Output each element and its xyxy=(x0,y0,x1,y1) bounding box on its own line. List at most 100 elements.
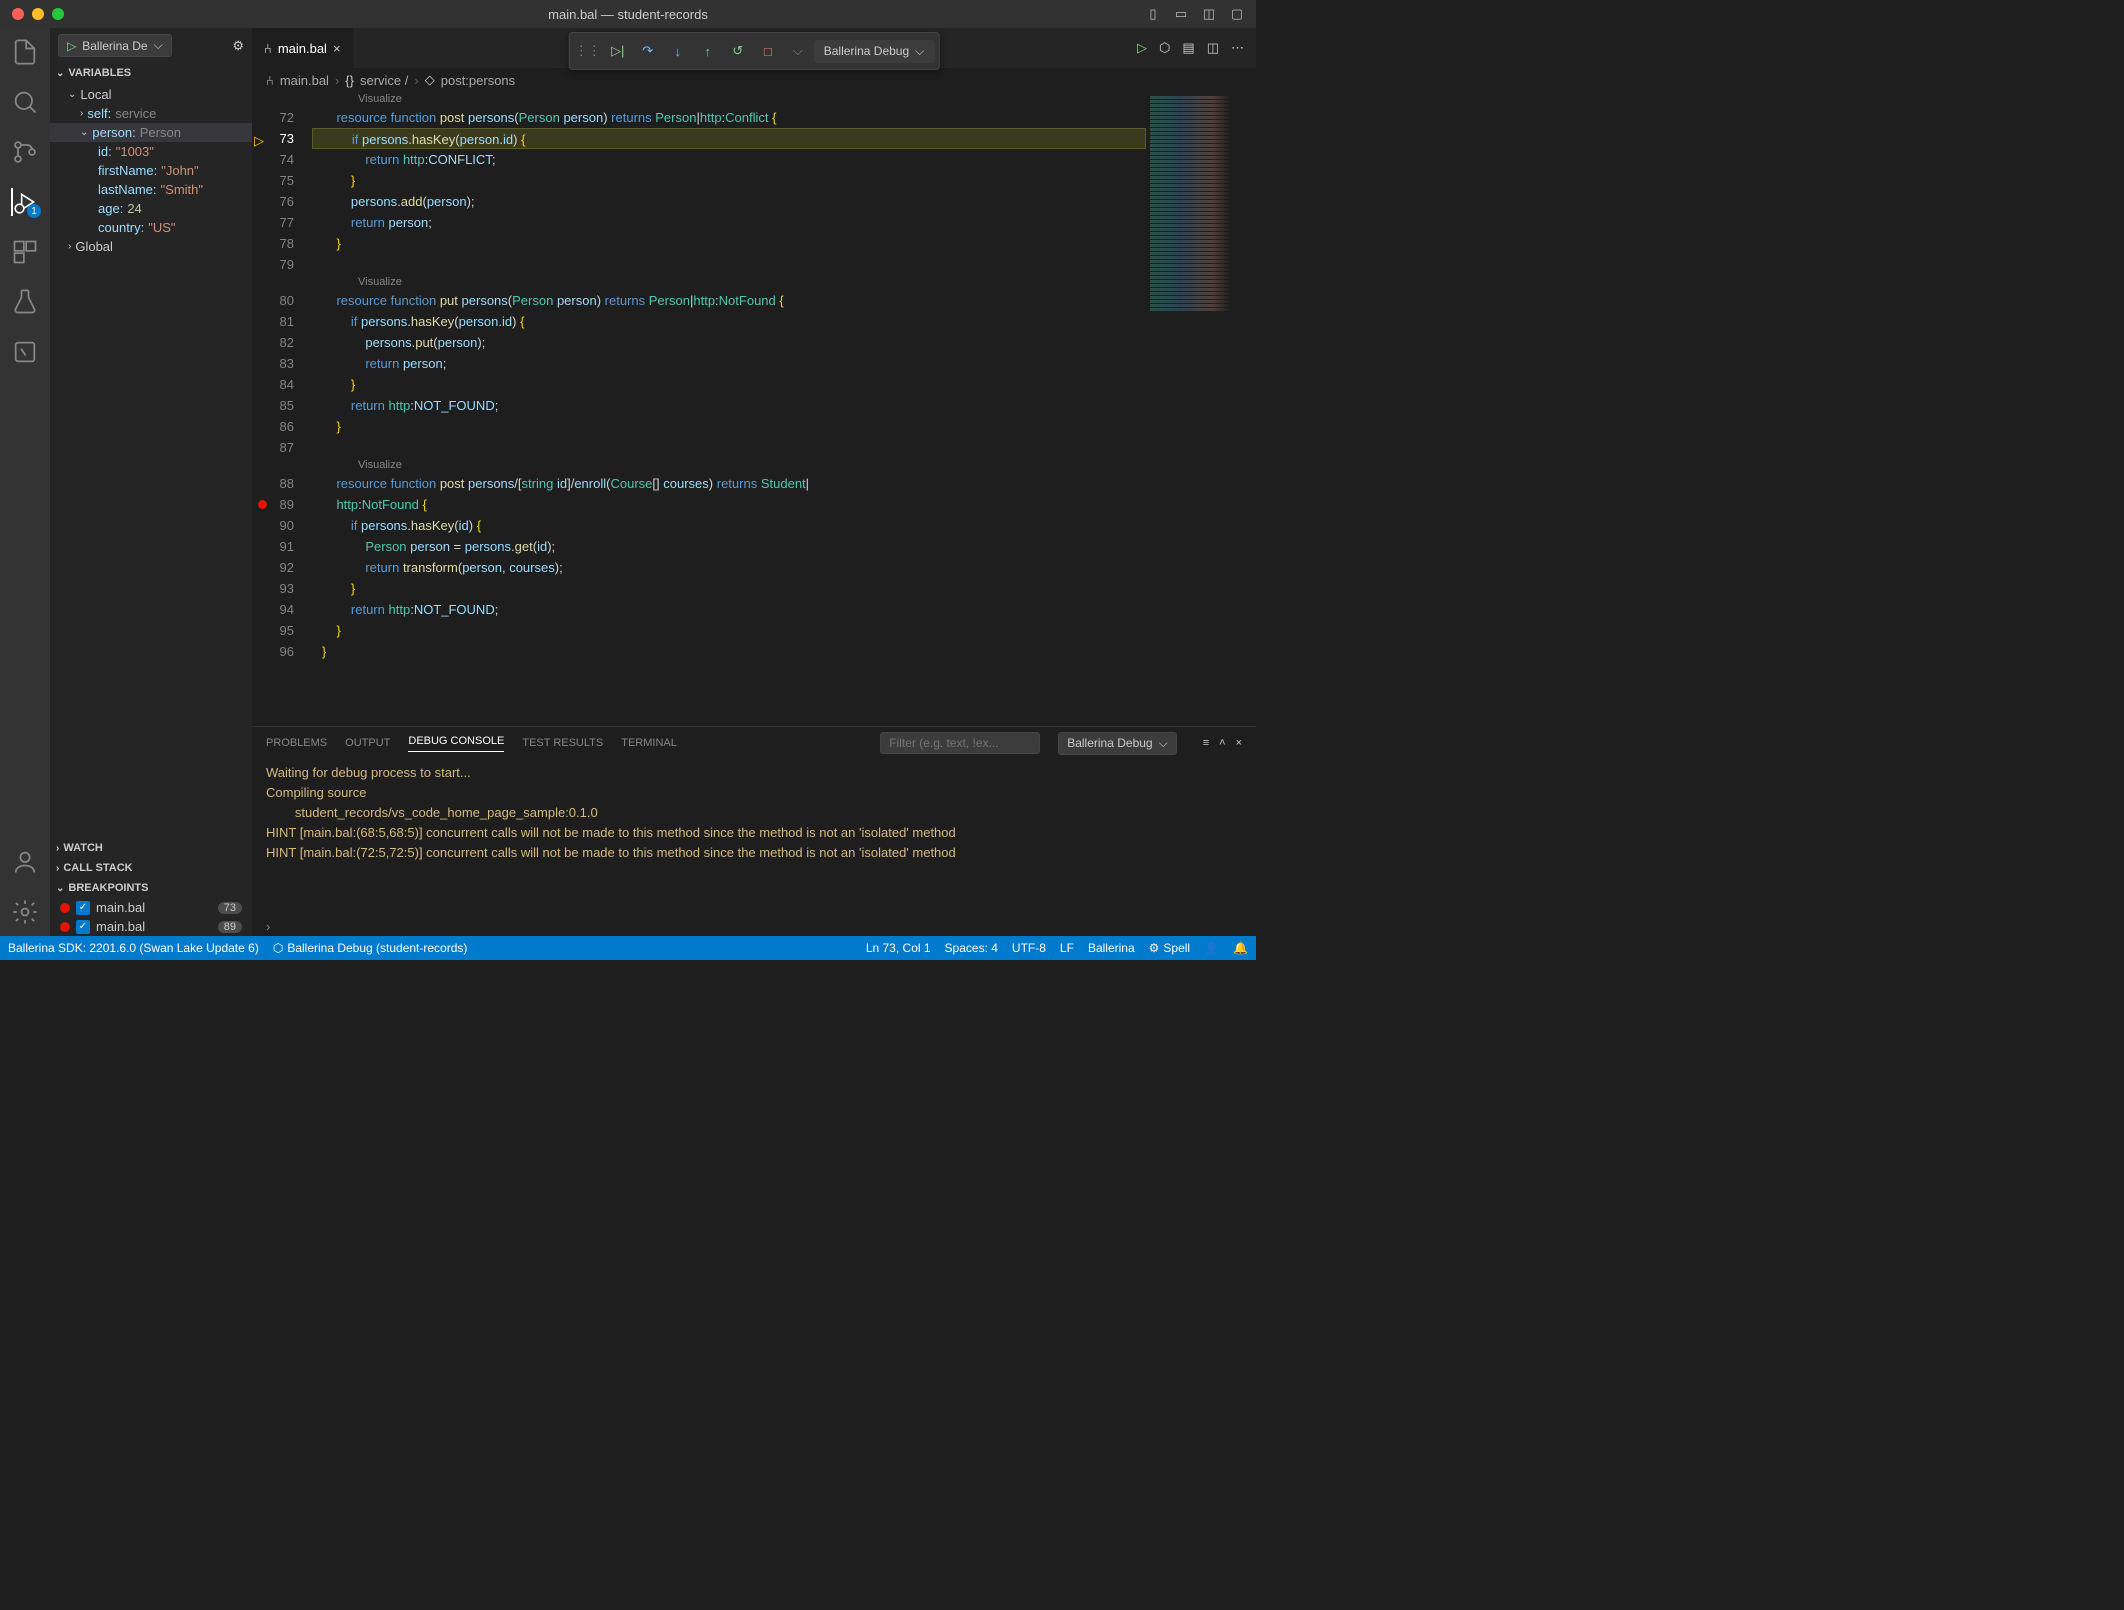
ballerina-icon[interactable] xyxy=(11,338,39,366)
variables-section-header[interactable]: ⌄Variables xyxy=(50,63,252,83)
breakpoint-row[interactable]: ✓ main.bal 89 xyxy=(50,917,252,936)
gutter[interactable]: 72 ▷73 74 75 76 77 78 79 80 81 82 83 84 … xyxy=(252,92,312,726)
tab-problems[interactable]: PROBLEMS xyxy=(266,737,327,749)
breakpoint-icon[interactable] xyxy=(258,500,267,509)
tab-terminal[interactable]: TERMINAL xyxy=(621,737,677,749)
debug-alt-icon[interactable]: ⬡ xyxy=(1159,40,1170,56)
window-title: main.bal — student-records xyxy=(548,7,708,22)
tab-main-bal[interactable]: ⑃ main.bal × xyxy=(252,28,354,68)
ballerina-file-icon: ⑃ xyxy=(264,41,272,56)
layout-icon-3[interactable]: ◫ xyxy=(1200,5,1218,23)
tab-test-results[interactable]: TEST RESULTS xyxy=(522,737,603,749)
execution-pointer-icon: ▷ xyxy=(254,130,264,151)
split-editor-icon[interactable]: ◫ xyxy=(1207,40,1219,56)
codelens-visualize[interactable]: Visualize xyxy=(312,275,1146,290)
debug-sidebar: ▷ Ballerina De ⌵ ⚙ ⌄Variables ⌄Local ›se… xyxy=(50,28,252,936)
stop-button[interactable]: □ xyxy=(754,37,782,65)
var-id[interactable]: id: "1003" xyxy=(50,142,252,161)
search-icon[interactable] xyxy=(11,88,39,116)
more-icon[interactable]: ⋯ xyxy=(1231,40,1244,56)
editor-area: ⑃ main.bal × ⋮⋮ ▷| ↷ ↓ ↑ ↺ □ ⌵ Ballerina… xyxy=(252,28,1256,936)
watch-section-header[interactable]: ›Watch xyxy=(50,838,252,858)
close-icon[interactable]: × xyxy=(333,41,341,56)
debug-console-input[interactable]: › xyxy=(252,917,1256,936)
sb-position[interactable]: Ln 73, Col 1 xyxy=(866,941,931,955)
explorer-icon[interactable] xyxy=(11,38,39,66)
step-out-button[interactable]: ↑ xyxy=(694,37,722,65)
breakpoint-dot-icon xyxy=(60,922,70,932)
debug-badge: 1 xyxy=(27,204,41,218)
sb-bell-icon[interactable]: 🔔 xyxy=(1233,941,1248,955)
eye-icon: ⚙ xyxy=(1149,941,1160,955)
drag-handle-icon[interactable]: ⋮⋮ xyxy=(574,37,602,65)
sb-eol[interactable]: LF xyxy=(1060,941,1074,955)
minimap[interactable] xyxy=(1146,92,1256,726)
minimize-window[interactable] xyxy=(32,8,44,20)
checkbox-icon[interactable]: ✓ xyxy=(76,920,90,934)
var-lastName[interactable]: lastName: "Smith" xyxy=(50,180,252,199)
tab-label: main.bal xyxy=(278,41,327,56)
restart-button[interactable]: ↺ xyxy=(724,37,752,65)
layout-icon[interactable]: ▤ xyxy=(1182,40,1194,56)
play-icon: ▷ xyxy=(67,39,76,53)
debug-toolbar[interactable]: ⋮⋮ ▷| ↷ ↓ ↑ ↺ □ ⌵ Ballerina Debug⌵ xyxy=(569,32,940,70)
var-self[interactable]: ›self: service xyxy=(50,104,252,123)
checkbox-icon[interactable]: ✓ xyxy=(76,901,90,915)
settings-gear-icon[interactable] xyxy=(11,898,39,926)
debug-config-select[interactable]: ▷ Ballerina De ⌵ xyxy=(58,34,172,57)
code-editor[interactable]: Visualize resource function post persons… xyxy=(312,92,1146,726)
scope-local[interactable]: ⌄Local xyxy=(50,85,252,104)
layout-icon-1[interactable]: ▯ xyxy=(1144,5,1162,23)
gear-icon[interactable]: ⚙ xyxy=(232,38,244,54)
tab-debug-console[interactable]: DEBUG CONSOLE xyxy=(408,735,504,752)
layout-icon-2[interactable]: ▭ xyxy=(1172,5,1190,23)
scope-global[interactable]: ›Global xyxy=(50,237,252,256)
debug-config-label: Ballerina De xyxy=(82,39,147,53)
tab-output[interactable]: OUTPUT xyxy=(345,737,390,749)
ballerina-file-icon: ⑃ xyxy=(266,73,274,88)
chevron-down-icon: ⌵ xyxy=(154,38,163,53)
codelens-visualize[interactable]: Visualize xyxy=(312,458,1146,473)
extensions-icon[interactable] xyxy=(11,238,39,266)
codelens-visualize[interactable]: Visualize xyxy=(312,92,1146,107)
titlebar: main.bal — student-records ▯ ▭ ◫ ▢ xyxy=(0,0,1256,28)
debug-target-select[interactable]: Ballerina Debug⌵ xyxy=(814,40,935,63)
activity-bar: 1 xyxy=(0,28,50,936)
testing-icon[interactable] xyxy=(11,288,39,316)
sb-spaces[interactable]: Spaces: 4 xyxy=(945,941,998,955)
breakpoint-file: main.bal xyxy=(96,919,145,934)
var-country[interactable]: country: "US" xyxy=(50,218,252,237)
layout-icon-4[interactable]: ▢ xyxy=(1228,5,1246,23)
breadcrumb[interactable]: ⑃ main.bal› {} service /› ◇ post:persons xyxy=(252,68,1256,92)
sb-lang[interactable]: Ballerina xyxy=(1088,941,1135,955)
filter-input[interactable] xyxy=(880,732,1040,754)
close-window[interactable] xyxy=(12,8,24,20)
maximize-window[interactable] xyxy=(52,8,64,20)
sb-encoding[interactable]: UTF-8 xyxy=(1012,941,1046,955)
breakpoint-row[interactable]: ✓ main.bal 73 xyxy=(50,898,252,917)
debug-session-select[interactable]: Ballerina Debug⌵ xyxy=(1058,732,1177,755)
account-icon[interactable] xyxy=(11,848,39,876)
breakpoints-section-header[interactable]: ⌄Breakpoints xyxy=(50,878,252,898)
step-into-button[interactable]: ↓ xyxy=(664,37,692,65)
var-age[interactable]: age: 24 xyxy=(50,199,252,218)
sb-feedback-icon[interactable]: 👤 xyxy=(1204,941,1219,955)
continue-button[interactable]: ▷| xyxy=(604,37,632,65)
breakpoint-dot-icon xyxy=(60,903,70,913)
sb-debug[interactable]: ⬡Ballerina Debug (student-records) xyxy=(273,941,468,955)
sb-sdk[interactable]: Ballerina SDK: 2201.6.0 (Swan Lake Updat… xyxy=(8,941,259,955)
chevron-down-icon[interactable]: ⌵ xyxy=(784,37,812,65)
close-panel-icon[interactable]: × xyxy=(1236,737,1242,749)
source-control-icon[interactable] xyxy=(11,138,39,166)
run-icon[interactable]: ▷ xyxy=(1137,40,1147,56)
debug-console-output[interactable]: Waiting for debug process to start... Co… xyxy=(252,759,1256,917)
filter-icon[interactable]: ≡ xyxy=(1203,737,1209,749)
chevron-up-icon[interactable]: ˄ xyxy=(1219,737,1225,749)
debug-icon[interactable]: 1 xyxy=(11,188,39,216)
var-person[interactable]: ⌄person: Person xyxy=(50,123,252,142)
sb-spell[interactable]: ⚙Spell xyxy=(1149,941,1190,955)
var-firstName[interactable]: firstName: "John" xyxy=(50,161,252,180)
window-controls xyxy=(0,8,64,20)
callstack-section-header[interactable]: ›Call Stack xyxy=(50,858,252,878)
step-over-button[interactable]: ↷ xyxy=(634,37,662,65)
